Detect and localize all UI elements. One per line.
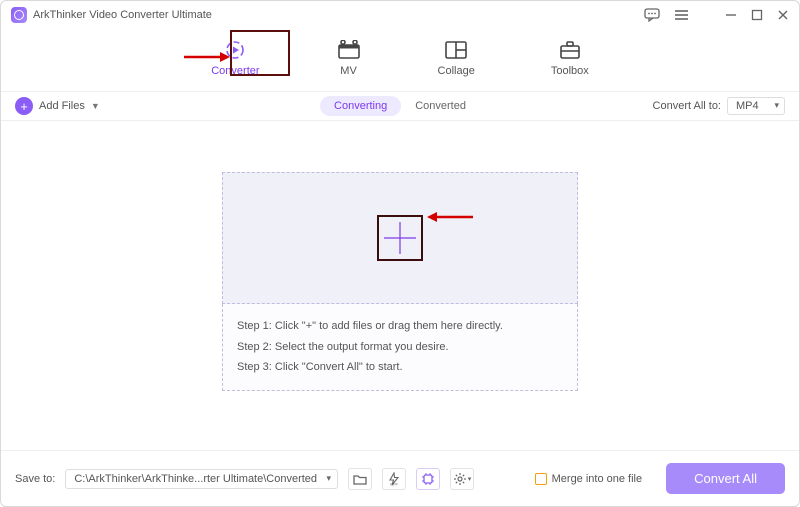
drop-block: Step 1: Click "+" to add files or drag t… — [222, 172, 578, 392]
chevron-down-icon: ▾ — [468, 475, 472, 483]
close-icon[interactable] — [777, 9, 789, 21]
gpu-icon — [421, 472, 435, 486]
app-window: ArkThinker Video Converter Ultimate Conv… — [0, 0, 800, 507]
collage-icon — [443, 39, 469, 61]
instruction-steps: Step 1: Click "+" to add files or drag t… — [222, 304, 578, 392]
bottombar: Save to: C:\ArkThinker\ArkThinke...rter … — [1, 450, 799, 506]
converter-icon — [222, 39, 248, 61]
add-files-label: Add Files — [39, 100, 85, 112]
tab-toolbox[interactable]: Toolbox — [543, 35, 597, 81]
tab-label: Converter — [211, 65, 259, 77]
feedback-icon[interactable] — [644, 8, 660, 22]
main-tabs: Converter MV Collage Toolbox — [1, 29, 799, 91]
mv-icon — [336, 39, 362, 61]
convert-all-button[interactable]: Convert All — [666, 463, 785, 494]
tab-converter[interactable]: Converter — [203, 35, 267, 81]
toolbox-icon — [557, 39, 583, 61]
tab-label: MV — [340, 65, 357, 77]
add-files-big-plus[interactable] — [377, 215, 423, 261]
tab-collage[interactable]: Collage — [430, 35, 483, 81]
save-path-select[interactable]: C:\ArkThinker\ArkThinke...rter Ultimate\… — [65, 469, 338, 489]
gear-icon — [453, 472, 467, 486]
lightning-off-icon: OFF — [387, 472, 401, 486]
drop-zone[interactable] — [222, 172, 578, 304]
maximize-icon[interactable] — [751, 9, 763, 21]
window-controls — [644, 8, 789, 22]
content-area: Step 1: Click "+" to add files or drag t… — [1, 113, 799, 450]
settings-button[interactable]: ▾ — [450, 468, 474, 490]
menu-icon[interactable] — [674, 9, 689, 21]
plus-large-icon — [380, 218, 420, 258]
save-to-label: Save to: — [15, 473, 55, 485]
titlebar: ArkThinker Video Converter Ultimate — [1, 1, 799, 29]
tab-label: Collage — [438, 65, 475, 77]
step-2: Step 2: Select the output format you des… — [237, 337, 563, 358]
merge-label: Merge into one file — [552, 473, 643, 485]
app-title: ArkThinker Video Converter Ultimate — [33, 9, 644, 21]
checkbox-icon — [535, 473, 547, 485]
tab-mv[interactable]: MV — [328, 35, 370, 81]
hw-accel-button[interactable]: OFF — [382, 468, 406, 490]
tab-label: Toolbox — [551, 65, 589, 77]
merge-checkbox[interactable]: Merge into one file — [535, 473, 643, 485]
folder-icon — [353, 473, 367, 485]
gpu-button[interactable] — [416, 468, 440, 490]
app-logo — [11, 7, 27, 23]
chevron-down-icon: ▼ — [91, 101, 100, 111]
step-3: Step 3: Click "Convert All" to start. — [237, 357, 563, 378]
svg-text:OFF: OFF — [390, 481, 399, 486]
open-folder-button[interactable] — [348, 468, 372, 490]
convert-all-to-label: Convert All to: — [653, 100, 721, 112]
step-1: Step 1: Click "+" to add files or drag t… — [237, 316, 563, 337]
minimize-icon[interactable] — [725, 9, 737, 21]
